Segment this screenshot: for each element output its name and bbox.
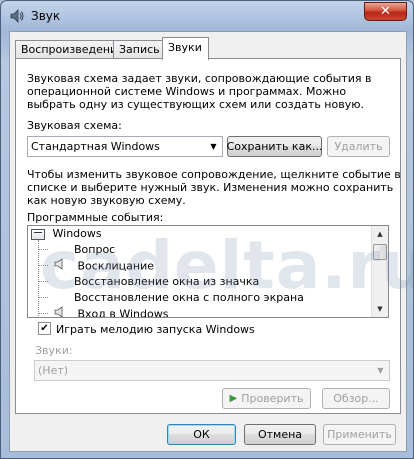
checkmark-icon: ✔ (40, 322, 49, 334)
list-item-restore-from-icon[interactable]: Восстановление окна из значка (74, 274, 259, 290)
tree-branch (38, 297, 48, 298)
list-item-question[interactable]: Вопрос (74, 242, 115, 258)
list-item-label: Восклицание (77, 259, 154, 273)
ok-button[interactable]: ОК (167, 424, 236, 445)
list-item-windows-group[interactable]: Windows (31, 226, 102, 242)
tab-playback-label: Воспроизведение (21, 43, 124, 56)
list-item-label: Windows (52, 227, 102, 240)
chevron-down-icon: ▼ (210, 142, 217, 151)
play-icon: ▶ (229, 393, 238, 404)
startup-sound-checkbox[interactable]: ✔ (38, 322, 51, 335)
tab-playback[interactable]: Воспроизведение (15, 40, 124, 59)
close-button[interactable]: ✕ (364, 2, 407, 21)
test-sound-button-label: Проверить (241, 392, 304, 405)
title-bar[interactable]: Звук ✕ (1, 1, 413, 31)
close-icon: ✕ (380, 4, 391, 19)
tree-branch (38, 265, 48, 266)
startup-sound-label: Играть мелодию запуска Windows (56, 323, 255, 336)
scheme-description-line-3: выбрать одну из существующих схем или со… (27, 98, 364, 111)
tree-connector (38, 240, 39, 317)
tree-branch (38, 313, 48, 314)
speaker-icon (9, 8, 25, 24)
instruction-line-1: Чтобы изменить звуковое сопровождение, щ… (27, 168, 401, 181)
tab-recording-label: Запись (119, 43, 160, 56)
cancel-button[interactable]: Отмена (244, 424, 316, 445)
scroll-down-icon[interactable]: ▼ (372, 301, 388, 317)
scheme-label: Звуковая схема: (27, 119, 122, 132)
save-as-button[interactable]: Сохранить как... (227, 136, 322, 157)
tree-branch (38, 281, 48, 282)
events-scrollbar[interactable]: ▲ ▼ (371, 226, 388, 317)
speaker-icon (54, 258, 70, 275)
list-item-label: Вопрос (74, 243, 116, 256)
sound-select-value: (Нет) (38, 364, 69, 377)
instruction-line-3: как новую звуковую схему. (27, 194, 186, 207)
list-item-exclamation[interactable]: Восклицание (54, 258, 154, 274)
delete-scheme-button-label: Удалить (334, 140, 383, 153)
browse-button-label: Обзор... (333, 392, 379, 405)
sounds-label: Звуки: (35, 344, 73, 357)
list-item-label: Восстановление окна из значка (74, 275, 260, 288)
save-as-button-label: Сохранить как... (226, 140, 323, 153)
delete-scheme-button[interactable]: Удалить (327, 136, 390, 157)
list-item-restore-from-fullscreen[interactable]: Восстановление окна с полного экрана (74, 290, 304, 306)
list-item-windows-logon[interactable]: Вход в Windows (54, 306, 169, 318)
chevron-down-icon: ▼ (377, 366, 384, 375)
list-item-label: Восстановление окна с полного экрана (74, 291, 304, 304)
tree-branch (38, 249, 48, 250)
apply-button[interactable]: Применить (323, 424, 396, 445)
sound-select[interactable]: (Нет) ▼ (34, 360, 390, 381)
scroll-up-icon[interactable]: ▲ (372, 226, 388, 242)
list-item-label: Вход в Windows (77, 307, 169, 318)
browse-button[interactable]: Обзор... (322, 388, 390, 409)
cancel-button-label: Отмена (257, 428, 303, 441)
scheme-select-value: Стандартная Windows (31, 140, 160, 153)
ok-button-label: ОК (193, 428, 210, 441)
tab-sounds[interactable]: Звуки (162, 37, 209, 60)
test-sound-button[interactable]: ▶ Проверить (222, 388, 311, 409)
tab-recording[interactable]: Запись (113, 40, 163, 59)
dialog-client-area: Воспроизведение Запись Звуки Звуковая сх… (9, 31, 413, 452)
events-label: Программные события: (27, 211, 164, 224)
windows-group-icon (31, 228, 45, 240)
program-events-list[interactable]: Windows Вопрос Восклицание Восстановлени… (27, 225, 389, 318)
sound-dialog: Звук ✕ Воспроизведение Запись Звуки Звук… (0, 0, 414, 459)
speaker-icon (54, 306, 70, 317)
window-title: Звук (31, 9, 61, 23)
tab-sounds-label: Звуки (168, 41, 202, 54)
instruction-line-2: списке и выберите нужный звук. Изменения… (27, 181, 394, 194)
scroll-thumb[interactable] (373, 244, 387, 260)
apply-button-label: Применить (327, 428, 392, 441)
scheme-description-line-2: операционной системе Windows и программа… (27, 85, 347, 98)
scheme-description-line-1: Звуковая схема задает звуки, сопровождаю… (27, 72, 372, 85)
scheme-select[interactable]: Стандартная Windows ▼ (27, 136, 223, 157)
